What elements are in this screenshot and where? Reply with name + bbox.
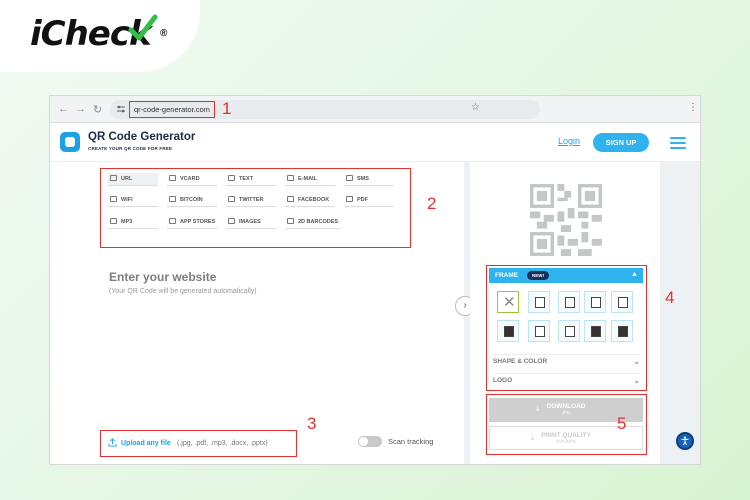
tab-facebook[interactable]: FACEBOOK: [285, 194, 335, 207]
pdf-icon: [346, 196, 353, 202]
scan-tracking-label: Scan tracking: [388, 437, 434, 446]
frame-thumbnail: [565, 297, 575, 308]
frame-thumbnail: [591, 326, 601, 337]
tab-images[interactable]: IMAGES: [226, 216, 276, 229]
checkmark-icon: [128, 14, 158, 41]
reload-icon[interactable]: ↻: [93, 103, 102, 116]
bitcoin-icon: [169, 196, 176, 202]
browser-window: ← → ↻ qr-code-generator.com 1 ☆ ⋮ QR Cod…: [50, 96, 700, 464]
frame-thumbnail: [535, 297, 545, 308]
frame-thumbnail: [618, 297, 628, 308]
image-icon: [228, 218, 235, 224]
accessibility-icon[interactable]: [676, 432, 694, 450]
vcard-icon: [169, 175, 176, 181]
close-icon: ✕: [503, 294, 516, 311]
qr-type-selector: URL VCARD TEXT E-MAIL SMS WIFI BITCOIN T…: [100, 168, 411, 248]
upload-icon: [108, 438, 117, 447]
frame-thumbnail: [535, 326, 545, 337]
tab-2d-barcodes[interactable]: 2D BARCODES: [285, 216, 341, 229]
frame-option[interactable]: [558, 320, 580, 342]
app-store-icon: [169, 218, 176, 224]
frame-option[interactable]: [497, 320, 519, 342]
url-icon: [110, 175, 117, 181]
hamburger-menu-icon[interactable]: [670, 137, 686, 149]
tab-url[interactable]: URL: [108, 173, 158, 186]
frame-thumbnail: [591, 297, 601, 308]
qr-code-preview: [530, 184, 602, 256]
shape-color-label: SHAPE & COLOR: [493, 358, 548, 365]
tab-sms[interactable]: SMS: [344, 173, 394, 186]
tab-wifi[interactable]: WIFI: [108, 194, 158, 207]
frame-option[interactable]: [611, 291, 633, 313]
barcode-icon: [287, 218, 294, 224]
browser-toolbar: ← → ↻ qr-code-generator.com 1 ☆ ⋮: [50, 96, 700, 123]
twitter-icon: [228, 196, 235, 202]
frame-option[interactable]: [584, 291, 606, 313]
chevron-up-icon[interactable]: ▲: [631, 271, 638, 278]
music-note-icon: [110, 218, 117, 224]
sms-icon: [346, 175, 353, 181]
shape-color-accordion[interactable]: SHAPE & COLOR ⌄: [493, 354, 640, 368]
sign-up-button[interactable]: SIGN UP: [593, 133, 649, 152]
upload-file-types: (.jpg, .pdf, .mp3, .docx, .pptx): [177, 440, 268, 447]
frame-option[interactable]: [528, 291, 550, 313]
frame-title: FRAME: [495, 272, 519, 279]
annotation-3: 3: [307, 414, 317, 433]
main-content: URL VCARD TEXT E-MAIL SMS WIFI BITCOIN T…: [50, 162, 700, 464]
site-title[interactable]: QR Code Generator: [88, 131, 195, 143]
annotation-4: 4: [665, 288, 675, 307]
tab-app-stores[interactable]: APP STORES: [167, 216, 217, 229]
site-settings-icon[interactable]: [116, 104, 126, 114]
frame-option[interactable]: [584, 320, 606, 342]
download-label: DOWNLOAD: [546, 403, 586, 410]
wifi-icon: [110, 196, 117, 202]
frame-accordion-header[interactable]: FRAME NEW! ▲: [489, 268, 643, 283]
annotation-2: 2: [427, 194, 437, 213]
annotation-1: 1: [222, 99, 232, 118]
tab-pdf[interactable]: PDF: [344, 194, 394, 207]
frame-option[interactable]: [611, 320, 633, 342]
bookmark-star-icon[interactable]: ☆: [471, 102, 480, 113]
tab-text[interactable]: TEXT: [226, 173, 276, 186]
tab-bitcoin[interactable]: BITCOIN: [167, 194, 217, 207]
more-menu-icon[interactable]: ⋮: [688, 102, 698, 113]
editor-panel: URL VCARD TEXT E-MAIL SMS WIFI BITCOIN T…: [50, 162, 464, 464]
frame-thumbnail: [504, 326, 514, 337]
frame-option[interactable]: [558, 291, 580, 313]
email-icon: [287, 175, 294, 181]
registered-mark: ®: [160, 28, 168, 39]
frame-panel: FRAME NEW! ▲ ✕ SHAPE & COLOR ⌄ LOGO ⌄: [486, 265, 647, 391]
login-link[interactable]: Login: [558, 136, 580, 146]
tab-email[interactable]: E-MAIL: [285, 173, 335, 186]
download-icon: ⤓: [531, 433, 535, 442]
frame-option[interactable]: [528, 320, 550, 342]
upload-file-link[interactable]: Upload any file: [121, 440, 171, 447]
forward-icon[interactable]: →: [75, 103, 86, 115]
website-input-title[interactable]: Enter your website: [109, 270, 216, 284]
scan-tracking-toggle[interactable]: [358, 436, 382, 447]
download-icon: ⤓: [536, 404, 540, 413]
site-header: QR Code Generator CREATE YOUR QR CODE FO…: [50, 123, 700, 162]
upload-file-area[interactable]: Upload any file (.jpg, .pdf, .mp3, .docx…: [100, 430, 297, 457]
frame-option-none[interactable]: ✕: [497, 291, 519, 313]
tab-vcard[interactable]: VCARD: [167, 173, 217, 186]
qr-generator-logo-icon[interactable]: [60, 132, 80, 152]
new-badge: NEW!: [527, 271, 549, 280]
chevron-down-icon: ⌄: [633, 357, 640, 366]
chevron-down-icon: ⌄: [633, 376, 640, 385]
print-quality-format: SVG/EPS: [556, 439, 576, 444]
annotation-5: 5: [617, 414, 627, 433]
tab-twitter[interactable]: TWITTER: [226, 194, 276, 207]
back-icon[interactable]: ←: [58, 103, 69, 115]
frame-thumbnail: [618, 326, 628, 337]
site-subtitle: CREATE YOUR QR CODE FOR FREE: [88, 146, 173, 151]
logo-label: LOGO: [493, 377, 513, 384]
logo-accordion[interactable]: LOGO ⌄: [493, 373, 640, 387]
website-input-hint: (Your QR Code will be generated automati…: [109, 288, 257, 295]
text-icon: [228, 175, 235, 181]
url-text[interactable]: qr-code-generator.com: [129, 101, 215, 118]
frame-thumbnail: [565, 326, 575, 337]
tab-mp3[interactable]: MP3: [108, 216, 158, 229]
facebook-icon: [287, 196, 294, 202]
